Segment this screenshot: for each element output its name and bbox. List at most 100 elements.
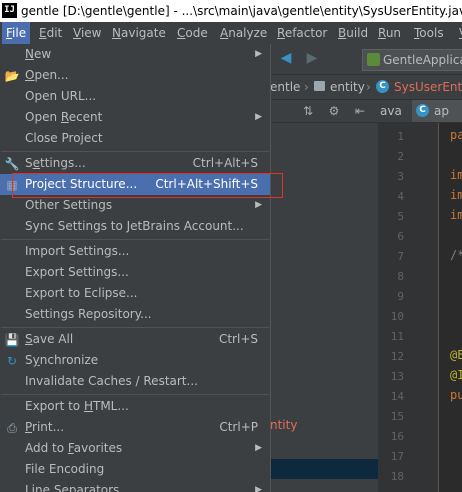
collapse-all-icon[interactable]: ⇅ <box>300 103 316 119</box>
line-number: 13 <box>390 370 404 383</box>
menu-item-settings-repository[interactable]: Settings Repository... <box>0 304 270 325</box>
project-tool-window: ⇅ ⚙ ⇤ ntity <box>270 100 378 492</box>
menu-item-settings[interactable]: 🔧 Settings... Ctrl+Alt+S <box>0 153 270 174</box>
line-number: 5 <box>397 210 404 223</box>
menu-item-add-to-favorites[interactable]: Add to Favorites ▶ <box>0 438 270 459</box>
menu-item-label: Sync Settings to JetBrains Account... <box>25 219 244 233</box>
menu-item-shortcut: Ctrl+P <box>219 420 258 434</box>
editor-tab-active[interactable]: C ap <box>412 100 462 122</box>
menu-item-open-recent[interactable]: Open Recent ▶ <box>0 107 270 128</box>
folder-open-icon: 📂 <box>4 69 20 83</box>
arrow-right-icon[interactable]: ▶ <box>304 50 320 66</box>
menu-item-label: Save All <box>25 332 74 346</box>
line-number: 3 <box>397 170 404 183</box>
code-line: im <box>450 188 462 202</box>
menu-item-label: Add to Favorites <box>25 441 123 455</box>
menu-item-label: Export to HTML... <box>25 399 129 413</box>
line-number: 16 <box>390 430 404 443</box>
menu-item-line-separators[interactable]: Line Separators ▶ <box>0 480 270 492</box>
editor-tabs: ava C ap <box>378 100 462 123</box>
line-number: 7 <box>397 250 404 263</box>
line-number: 18 <box>390 470 404 483</box>
menu-edit[interactable]: Edit <box>35 22 66 44</box>
menu-run[interactable]: Run <box>374 22 405 44</box>
line-number: 11 <box>390 330 404 343</box>
code-line: im <box>450 208 462 222</box>
menu-item-label: Settings Repository... <box>25 307 152 321</box>
line-number: 6 <box>397 230 404 243</box>
menu-item-synchronize[interactable]: ↻ Synchronize <box>0 350 270 371</box>
breadcrumb-item-sysuserentity[interactable]: SysUserEnti <box>394 75 462 99</box>
menu-item-file-encoding[interactable]: File Encoding <box>0 459 270 480</box>
line-number: 2 <box>397 150 404 163</box>
menu-item-invalidate-caches-restart[interactable]: Invalidate Caches / Restart... <box>0 371 270 392</box>
menu-item-export-to-eclipse[interactable]: Export to Eclipse... <box>0 283 270 304</box>
menu-item-label: New <box>25 47 52 61</box>
menu-item-new[interactable]: New ▶ <box>0 44 270 65</box>
line-number: 17 <box>390 450 404 463</box>
menu-navigate[interactable]: Navigate <box>108 22 170 44</box>
editor-tab-label: ap <box>434 104 449 118</box>
menu-item-other-settings[interactable]: Other Settings ▶ <box>0 195 270 216</box>
line-number: 14 <box>390 390 404 403</box>
menu-item-export-to-html[interactable]: Export to HTML... <box>0 396 270 417</box>
print-icon: ⎙ <box>7 421 17 435</box>
menu-separator <box>1 327 269 328</box>
line-number: 1 <box>397 130 404 143</box>
arrow-left-icon[interactable]: ◀ <box>278 50 294 66</box>
menu-separator <box>1 394 269 395</box>
menu-build[interactable]: Build <box>334 22 372 44</box>
menu-v[interactable]: V <box>455 22 462 44</box>
menu-item-import-settings[interactable]: Import Settings... <box>0 241 270 262</box>
menu-item-open[interactable]: 📂 Open... <box>0 65 270 86</box>
breadcrumb-item-gentle[interactable]: entle <box>270 75 300 99</box>
menu-item-sync-settings-to-jetbrains-account[interactable]: Sync Settings to JetBrains Account... <box>0 216 270 237</box>
breadcrumb: entle › entity › C SysUserEnti <box>270 75 462 100</box>
menubar: File Edit View Navigate Code Analyze Refactor B… <box>0 22 462 44</box>
menu-item-export-settings[interactable]: Export Settings... <box>0 262 270 283</box>
line-number: 9 <box>397 290 404 303</box>
menu-item-open-url[interactable]: Open URL... <box>0 86 270 107</box>
menu-analyze[interactable]: Analyze <box>216 22 271 44</box>
menu-separator <box>1 239 269 240</box>
folder-icon <box>314 81 325 91</box>
breadcrumb-separator: › <box>366 80 371 94</box>
wrench-icon: 🔧 <box>4 157 20 171</box>
editor-tab[interactable]: ava <box>378 100 408 122</box>
file-menu-dropdown: New ▶ 📂 Open... Open URL... Open Recent ▶ Close… <box>0 44 271 492</box>
menu-separator <box>1 151 269 152</box>
intellij-app-icon: IJ <box>2 3 17 18</box>
menu-item-save-all[interactable]: 💾 Save All Ctrl+S <box>0 329 270 350</box>
menu-code[interactable]: Code <box>173 22 212 44</box>
run-configuration-selector[interactable]: GentleApplica <box>362 49 462 71</box>
code-line: /* <box>450 248 462 262</box>
save-all-icon: 💾 <box>4 333 20 347</box>
gear-icon[interactable]: ⚙ <box>326 103 342 119</box>
menu-item-label: File Encoding <box>25 462 105 476</box>
menu-item-label: Settings... <box>25 156 86 170</box>
menu-item-close-project[interactable]: Close Project <box>0 128 270 149</box>
menu-item-shortcut: Ctrl+Alt+S <box>192 156 258 170</box>
tree-item-entity[interactable]: ntity <box>270 418 297 432</box>
menu-item-label: Close Project <box>25 131 103 145</box>
menu-item-shortcut: Ctrl+S <box>218 332 258 346</box>
hide-panel-icon[interactable]: ⇤ <box>352 103 368 119</box>
menu-tools[interactable]: Tools <box>410 22 448 44</box>
line-number: 8 <box>397 270 404 283</box>
menu-file[interactable]: File <box>2 22 31 44</box>
line-number: 15 <box>390 410 404 423</box>
code-line: im <box>450 168 462 182</box>
menu-refactor[interactable]: Refactor <box>273 22 331 44</box>
breadcrumb-item-entity[interactable]: entity <box>330 75 365 99</box>
menu-item-label: Open URL... <box>25 89 97 103</box>
code-line: pu <box>450 388 462 402</box>
code-line: @I <box>450 368 462 382</box>
menu-view[interactable]: View <box>69 22 105 44</box>
code-editor[interactable]: pa im im im /* @E @I pu <box>439 123 462 492</box>
menu-item-label: Import Settings... <box>25 244 130 258</box>
submenu-arrow-icon: ▶ <box>255 200 262 210</box>
tree-selection-row[interactable] <box>270 459 378 479</box>
menu-item-print[interactable]: ⎙ Print... Ctrl+P <box>0 417 270 438</box>
main-toolbar: ◀ ▶ GentleApplica <box>270 44 462 75</box>
breadcrumb-separator: › <box>304 80 309 94</box>
